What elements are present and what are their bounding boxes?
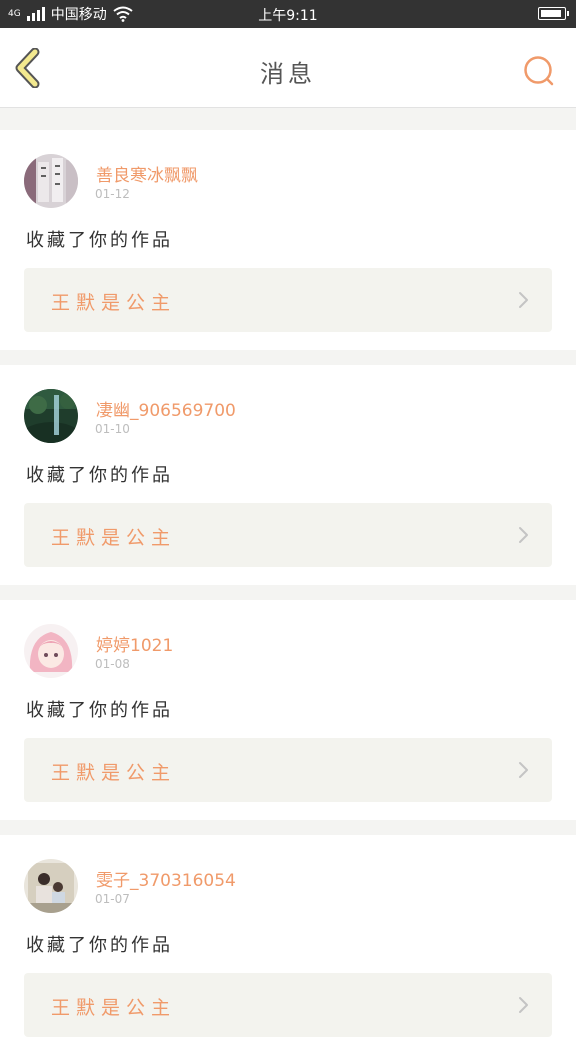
- action-text: 收藏了你的作品: [26, 230, 173, 251]
- avatar[interactable]: [24, 624, 78, 678]
- work-link[interactable]: 王默是公主: [24, 973, 552, 1037]
- chevron-right-icon: [519, 762, 528, 778]
- back-arrow-icon: [15, 47, 40, 89]
- username[interactable]: 雯子_370316054: [96, 866, 236, 891]
- notification-card: 善良寒冰飘飘 01-12 收藏了你的作品 王默是公主: [0, 130, 576, 350]
- page-title: 消息: [260, 60, 316, 88]
- avatar[interactable]: [24, 154, 78, 208]
- notification-date: 01-12: [95, 187, 130, 201]
- work-title: 王默是公主: [51, 292, 177, 314]
- work-title: 王默是公主: [51, 527, 177, 549]
- notification-card: 凄幽_906569700 01-10 收藏了你的作品 王默是公主: [0, 365, 576, 585]
- notification-date: 01-08: [95, 657, 130, 671]
- avatar[interactable]: [24, 859, 78, 913]
- work-title: 王默是公主: [51, 997, 177, 1019]
- chevron-right-icon: [519, 527, 528, 543]
- search-icon: [524, 56, 554, 86]
- work-link[interactable]: 王默是公主: [24, 503, 552, 567]
- work-link[interactable]: 王默是公主: [24, 268, 552, 332]
- action-text: 收藏了你的作品: [26, 700, 173, 721]
- work-link[interactable]: 王默是公主: [24, 738, 552, 802]
- username[interactable]: 婷婷1021: [96, 631, 173, 656]
- work-title: 王默是公主: [51, 762, 177, 784]
- notification-date: 01-10: [95, 422, 130, 436]
- header-bar: 消息: [0, 28, 576, 108]
- status-bar: 4G 中国移动 上午9:11: [0, 0, 576, 28]
- chevron-right-icon: [519, 997, 528, 1013]
- notification-list: 善良寒冰飘飘 01-12 收藏了你的作品 王默是公主 凄幽_906569700 …: [0, 108, 576, 1055]
- username[interactable]: 善良寒冰飘飘: [96, 161, 198, 186]
- notification-card: 雯子_370316054 01-07 收藏了你的作品 王默是公主: [0, 835, 576, 1055]
- back-button[interactable]: [10, 47, 50, 89]
- search-button[interactable]: [522, 54, 556, 88]
- notification-card: 婷婷1021 01-08 收藏了你的作品 王默是公主: [0, 600, 576, 820]
- avatar[interactable]: [24, 389, 78, 443]
- action-text: 收藏了你的作品: [26, 935, 173, 956]
- username[interactable]: 凄幽_906569700: [96, 396, 236, 421]
- chevron-right-icon: [519, 292, 528, 308]
- notification-date: 01-07: [95, 892, 130, 906]
- status-time: 上午9:11: [258, 8, 318, 24]
- battery-icon: [538, 7, 569, 20]
- action-text: 收藏了你的作品: [26, 465, 173, 486]
